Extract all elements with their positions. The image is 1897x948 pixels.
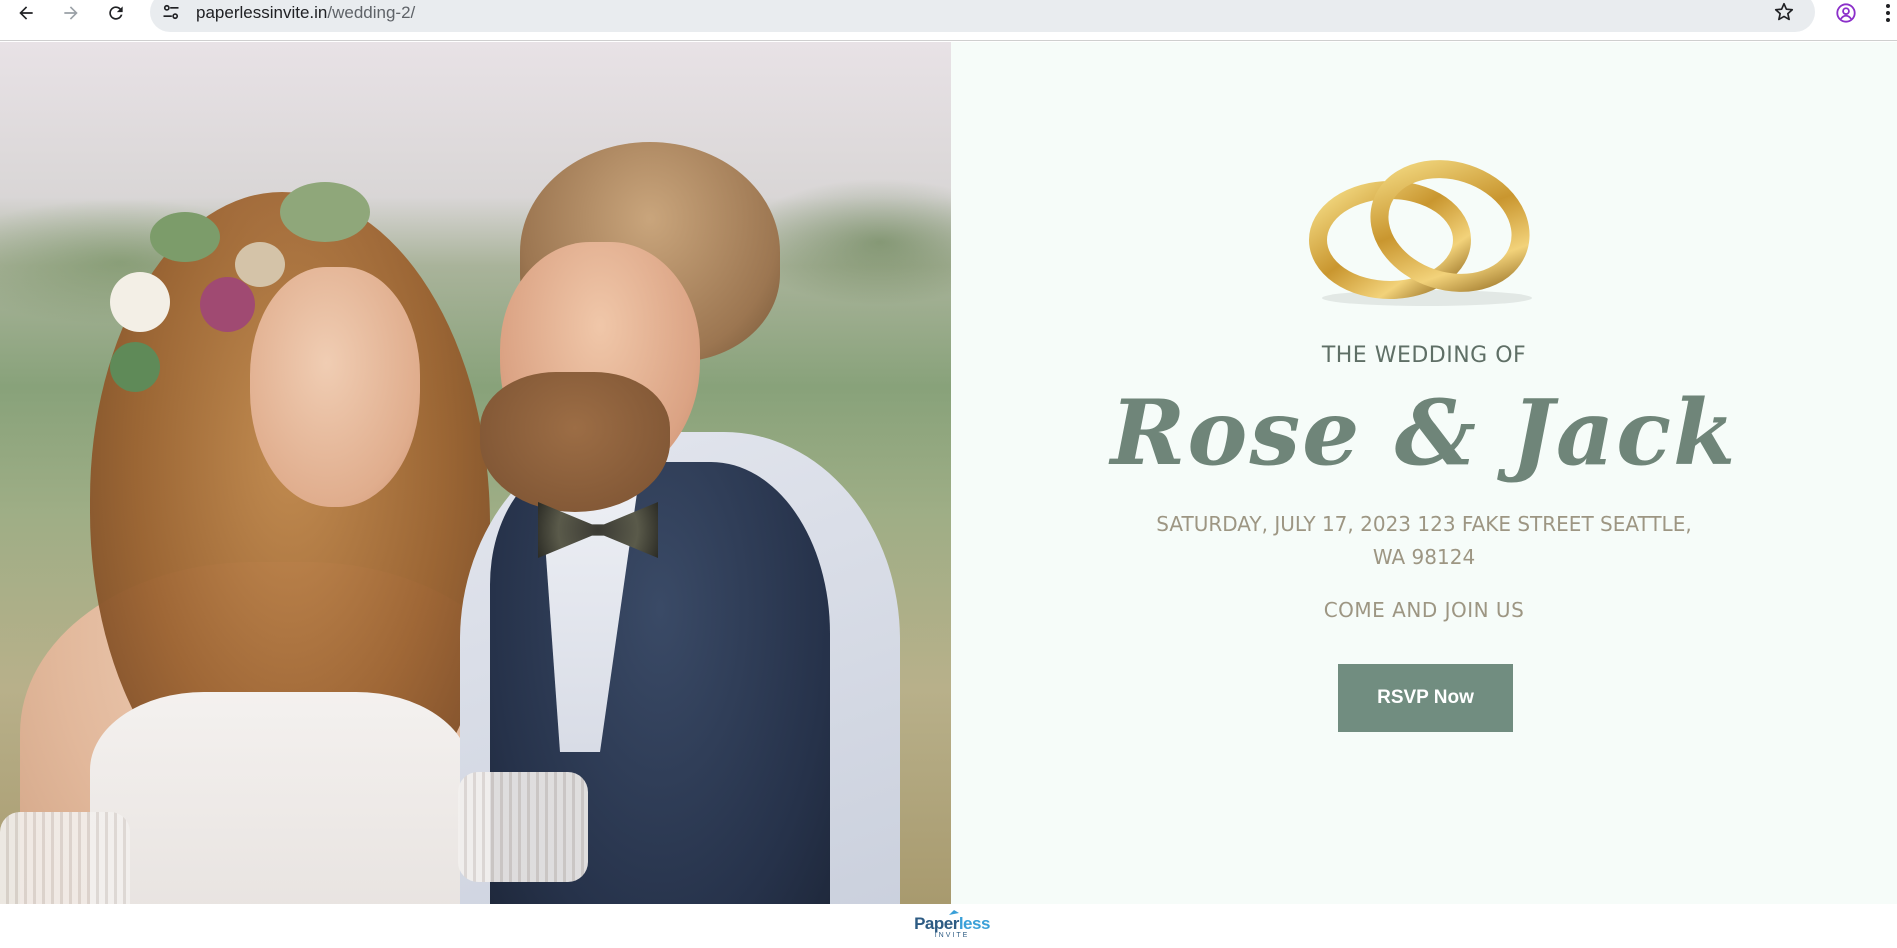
photo-flower [150,212,220,262]
browser-toolbar: paperlessinvite.in/wedding-2/ [0,0,1897,41]
url-host: paperlessinvite.in [196,3,328,22]
reload-button[interactable] [98,0,134,26]
photo-flower [110,272,170,332]
come-join-us: COME AND JOIN US [1323,598,1525,622]
photo-flower [280,182,370,242]
back-arrow-icon [19,6,33,20]
menu-kebab-icon[interactable] [1882,1,1894,25]
back-button[interactable] [8,0,44,26]
paperless-invite-logo[interactable]: Paperless INVITE [912,910,992,946]
couple-photo [0,42,951,904]
photo-flower [200,277,255,332]
photo-flower [110,342,160,392]
forward-arrow-icon [64,6,78,20]
address-bar[interactable]: paperlessinvite.in/wedding-2/ [150,0,1815,32]
profile-icon[interactable] [1834,1,1858,25]
site-info-icon[interactable] [160,1,182,23]
wedding-eyebrow: THE WEDDING OF [1321,343,1527,368]
photo-groom-beard [480,372,670,512]
url-path: /wedding-2/ [327,3,416,22]
wedding-rings-icon [1309,160,1532,306]
photo-lace-sleeve-left [0,812,130,904]
rsvp-button[interactable]: RSVP Now [1338,664,1513,732]
wedding-details: SATURDAY, JULY 17, 2023 123 FAKE STREET … [1156,512,1692,569]
forward-button[interactable] [53,0,89,26]
photo-bride-face [250,267,420,507]
photo-lace-sleeve-right [458,772,588,882]
url-text[interactable]: paperlessinvite.in/wedding-2/ [196,3,415,23]
photo-bride-dress [90,692,470,904]
logo-sub: INVITE [934,932,970,939]
photo-flower [235,242,285,287]
bookmark-star-icon[interactable] [1773,1,1795,23]
couple-names: Rose & Jack [1110,380,1738,486]
reload-icon [109,6,123,20]
bird-icon [949,910,959,915]
